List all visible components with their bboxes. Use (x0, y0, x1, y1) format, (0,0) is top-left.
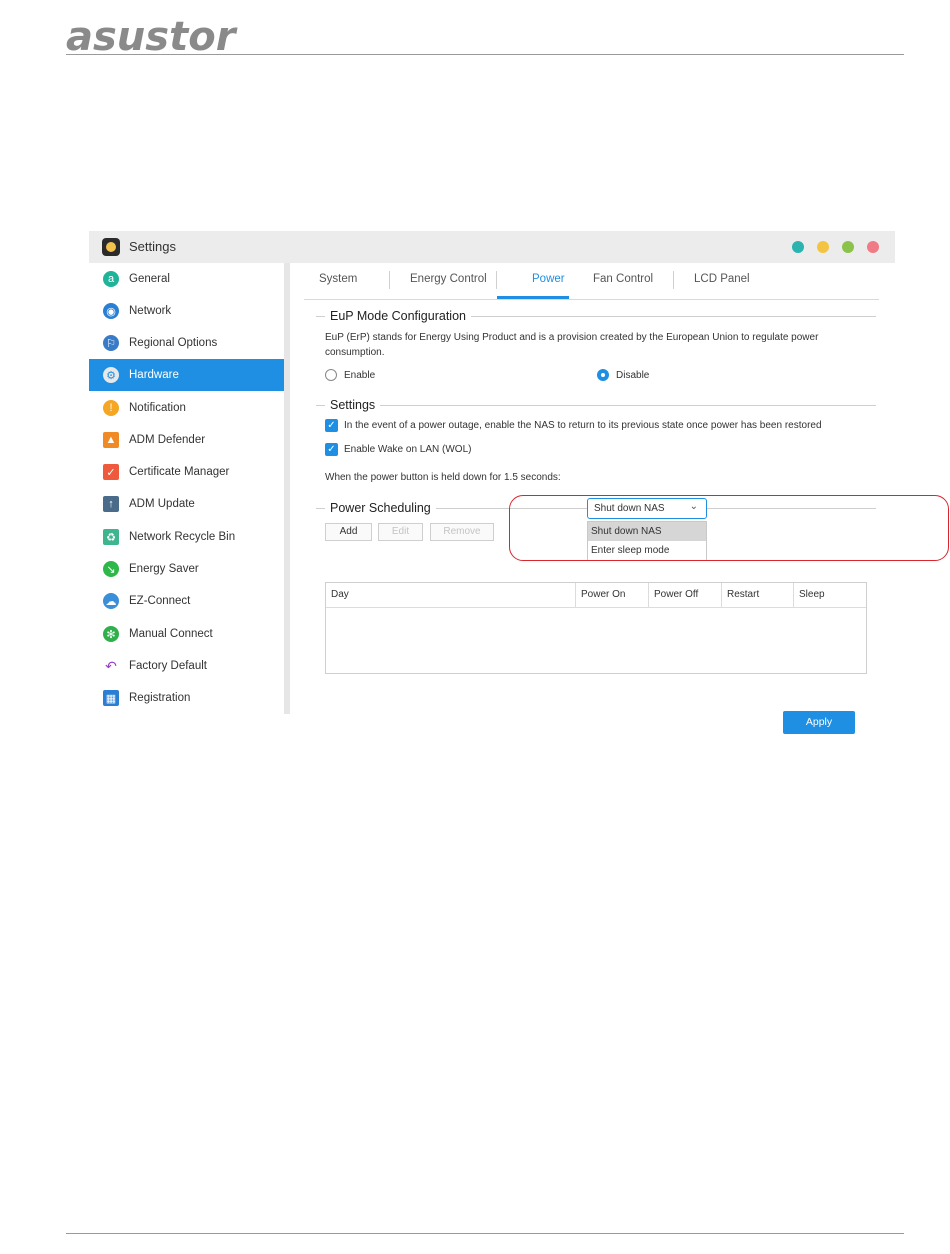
sidebar-item-ez-connect[interactable]: ☁ EZ-Connect (89, 585, 284, 617)
tab-fan-control[interactable]: Fan Control (593, 273, 653, 285)
annotation-highlight (509, 495, 949, 561)
notification-icon: ! (103, 400, 119, 416)
settings-section-title: Settings (325, 398, 381, 412)
general-icon: a (103, 271, 119, 287)
eup-disable-radio[interactable] (597, 369, 609, 381)
window-dot-2[interactable] (817, 241, 829, 253)
wol-checkbox[interactable]: ✓ (325, 443, 338, 456)
sidebar-item-network-recycle-bin[interactable]: ♻ Network Recycle Bin (89, 521, 284, 553)
tab-divider (496, 271, 497, 289)
settings-section-line (316, 405, 876, 406)
hardware-icon: ⚙ (103, 367, 119, 383)
sidebar-item-adm-defender[interactable]: ▲ ADM Defender (89, 424, 284, 456)
minimize-button[interactable] (842, 241, 854, 253)
sidebar-item-label: Network Recycle Bin (129, 531, 236, 543)
sidebar-item-label: Regional Options (129, 337, 218, 349)
column-power-off[interactable]: Power Off (654, 589, 698, 600)
sidebar-item-general[interactable]: a General (89, 263, 284, 295)
tab-energy-control[interactable]: Energy Control (410, 273, 487, 285)
update-icon: ↑ (103, 496, 119, 512)
sidebar-item-hardware[interactable]: ⚙ Hardware (89, 359, 284, 391)
main-content: System Energy Control Power Fan Control … (290, 263, 949, 734)
undo-icon: ↶ (105, 657, 117, 674)
sidebar-item-factory-default[interactable]: ↶ Factory Default (89, 650, 284, 682)
sidebar-item-regional-options[interactable]: ⚐ Regional Options (89, 327, 284, 359)
power-restore-label: In the event of a power outage, enable t… (344, 420, 822, 431)
tab-divider (389, 271, 390, 289)
window-title: Settings (129, 239, 176, 254)
sidebar-item-label: Hardware (129, 369, 179, 381)
sidebar-item-energy-saver[interactable]: ↘ Energy Saver (89, 553, 284, 585)
column-divider (721, 583, 722, 607)
tab-system[interactable]: System (319, 273, 357, 285)
sidebar-item-notification[interactable]: ! Notification (89, 392, 284, 424)
footer-rule (66, 1233, 904, 1234)
sidebar-item-label: ADM Update (129, 498, 195, 510)
sidebar-item-label: Registration (129, 692, 191, 704)
column-day[interactable]: Day (331, 589, 349, 600)
column-sleep[interactable]: Sleep (799, 589, 825, 600)
column-restart[interactable]: Restart (727, 589, 759, 600)
recycle-bin-icon: ♻ (103, 529, 119, 545)
remove-button[interactable]: Remove (430, 523, 494, 541)
close-button[interactable] (867, 241, 879, 253)
window-controls (792, 241, 879, 253)
window-dot-1[interactable] (792, 241, 804, 253)
column-power-on[interactable]: Power On (581, 589, 625, 600)
scheduling-section-title: Power Scheduling (325, 501, 436, 515)
sidebar-item-label: General (129, 273, 170, 285)
column-divider (575, 583, 576, 607)
sidebar-item-adm-update[interactable]: ↑ ADM Update (89, 488, 284, 520)
sidebar-item-label: Certificate Manager (129, 466, 230, 478)
firewall-icon: ▲ (103, 432, 119, 448)
regional-icon: ⚐ (103, 335, 119, 351)
eup-description-line-1: EuP (ErP) stands for Energy Using Produc… (325, 332, 819, 343)
sidebar-item-label: EZ-Connect (129, 595, 191, 607)
tab-power[interactable]: Power (532, 273, 565, 285)
sidebar: a General ◉ Network ⚐ Regional Options ⚙ Har… (89, 263, 284, 714)
table-header: Day Power On Power Off Restart Sleep (326, 583, 866, 608)
edit-button[interactable]: Edit (378, 523, 423, 541)
sidebar-item-network[interactable]: ◉ Network (89, 295, 284, 327)
sidebar-item-certificate-manager[interactable]: ✓ Certificate Manager (89, 456, 284, 488)
sidebar-item-label: Factory Default (129, 660, 207, 672)
eup-description-line-2: consumption. (325, 347, 385, 358)
apply-button[interactable]: Apply (783, 711, 855, 734)
sidebar-item-registration[interactable]: ▦ Registration (89, 682, 284, 714)
power-restore-checkbox[interactable]: ✓ (325, 419, 338, 432)
active-tab-indicator (497, 296, 569, 299)
sidebar-item-label: Notification (129, 402, 186, 414)
eup-description: EuP (ErP) stands for Energy Using Produc… (325, 330, 885, 360)
sidebar-item-manual-connect[interactable]: ✻ Manual Connect (89, 618, 284, 650)
tab-divider (673, 271, 674, 289)
eup-section-title: EuP Mode Configuration (325, 309, 471, 323)
power-button-label: When the power button is held down for 1… (325, 472, 561, 483)
title-bar: Settings (89, 231, 895, 263)
manual-connect-icon: ✻ (103, 626, 119, 642)
registration-icon: ▦ (103, 690, 119, 706)
cloud-icon: ☁ (103, 593, 119, 609)
schedule-table: Day Power On Power Off Restart Sleep (325, 582, 867, 674)
eup-disable-label: Disable (616, 370, 650, 381)
settings-window: Settings a General ◉ Network ⚐ Regional Opt… (89, 231, 949, 734)
column-divider (648, 583, 649, 607)
sidebar-item-label: ADM Defender (129, 434, 206, 446)
column-divider (793, 583, 794, 607)
settings-app-icon (102, 238, 120, 256)
energy-icon: ↘ (103, 561, 119, 577)
globe-icon: ◉ (103, 303, 119, 319)
eup-enable-radio[interactable] (325, 369, 337, 381)
tab-bar: System Energy Control Power Fan Control … (304, 263, 879, 300)
tab-lcd-panel[interactable]: LCD Panel (694, 273, 750, 285)
header-rule (66, 54, 904, 55)
sidebar-item-label: Network (129, 305, 172, 317)
sidebar-item-label: Manual Connect (129, 628, 213, 640)
sidebar-item-label: Energy Saver (129, 563, 199, 575)
eup-enable-label: Enable (344, 370, 376, 381)
wol-label: Enable Wake on LAN (WOL) (344, 444, 472, 455)
certificate-icon: ✓ (103, 464, 119, 480)
add-button[interactable]: Add (325, 523, 372, 541)
